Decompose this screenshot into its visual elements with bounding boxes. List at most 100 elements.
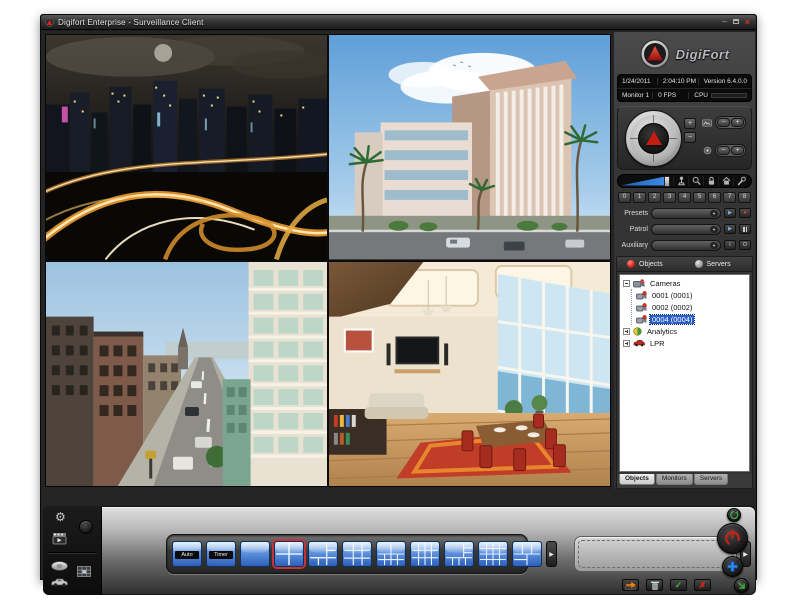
camera-tile-interior[interactable] [329,262,610,487]
tree-item-camera-0002[interactable]: 0002 (0002) [636,301,749,313]
preset-number-3[interactable]: 3 [663,192,676,203]
auxiliary-on-button[interactable]: I [724,240,736,250]
speed-slider-handle[interactable] [664,176,670,187]
servers-tab[interactable]: Servers [685,260,753,268]
ptz-hub[interactable] [638,123,669,154]
bottom-tab-monitors[interactable]: Monitors [656,474,693,485]
main-content: DigiFort 1/24/2011 2:04:10 PM Version 6.… [41,31,756,579]
restore-button[interactable] [733,18,739,26]
delete-sequence-button[interactable] [646,579,663,591]
brand-name: DigiFort [676,47,730,62]
camera-tile-street-view[interactable] [46,262,327,487]
timer-label: Timer [209,551,233,559]
media-player-icon[interactable] [52,532,68,550]
tree-item-cameras[interactable]: Cameras [623,277,749,289]
auxiliary-dropdown-arrow-icon[interactable]: ▼ [710,242,718,249]
apply-button[interactable]: ✓ [670,579,687,591]
tree-item-camera-0001[interactable]: 0001 (0001) [636,289,749,301]
layout-1plus5-button[interactable] [308,541,338,567]
preset-number-7[interactable]: 7 [723,192,736,203]
preset-record-button[interactable]: ● [739,208,751,218]
camera-tile-office-building[interactable] [329,35,610,260]
add-button[interactable] [722,556,743,577]
refresh-button[interactable] [727,508,741,522]
zoom-tool-button[interactable] [688,176,703,186]
layout-big-plus-small-button[interactable] [444,541,474,567]
layout-4x3-button[interactable] [410,541,440,567]
objects-tab[interactable]: Objects [617,260,685,268]
close-button[interactable]: × [745,18,750,26]
send-to-monitor-button[interactable] [734,578,749,593]
collapse-icon[interactable] [623,280,630,287]
power-button[interactable] [717,523,748,554]
presets-dropdown-arrow-icon[interactable]: ▼ [710,210,718,217]
layout-4x4-button[interactable] [478,541,508,567]
matrix-grid-icon[interactable] [77,564,91,582]
ptz-joystick[interactable] [625,110,682,167]
auxiliary-off-button[interactable]: O [739,240,751,250]
restore-icon [733,19,739,24]
lock-button[interactable] [703,176,718,186]
expand-icon[interactable] [623,340,630,347]
status-time: 2:04:10 PM [657,78,698,85]
status-orb[interactable] [79,520,93,534]
cpu-usage-bar [711,93,747,98]
layout-scroll-right-button[interactable]: ▶ [546,541,557,567]
preset-number-0[interactable]: 0 [618,192,631,203]
title-bar[interactable]: Digifort Enterprise - Surveillance Clien… [41,15,756,30]
lpr-toolbar-car-icon[interactable] [50,574,69,592]
bottom-tab-servers[interactable]: Servers [694,474,728,485]
focus-plus-button[interactable]: + [731,146,744,155]
ptz-tilt-minus-button[interactable]: − [684,132,696,143]
preset-number-8[interactable]: 8 [738,192,751,203]
check-icon: ✓ [675,581,683,590]
objects-tab-label: Objects [639,261,663,268]
speed-slider[interactable] [621,176,673,187]
layout-mixed-button[interactable] [512,541,542,567]
patrol-start-button[interactable]: ▶ [724,224,736,234]
presets-dropdown[interactable]: ▼ [651,208,721,219]
digifort-logo-icon [640,39,670,69]
timer-mode-button[interactable]: Timer [206,541,236,567]
wrench-button[interactable] [733,176,748,186]
joystick-mode-button[interactable] [673,176,688,186]
auxiliary-dropdown[interactable]: ▼ [651,240,721,251]
toolbar-round-buttons [705,506,753,595]
layout-1x1-button[interactable] [240,541,270,567]
patrol-dropdown-arrow-icon[interactable]: ▼ [710,226,718,233]
ptz-tilt-plus-button[interactable]: + [684,118,696,129]
patrol-dropdown[interactable]: ▼ [651,224,721,235]
patrol-label: Patrol [618,226,648,233]
preset-number-6[interactable]: 6 [708,192,721,203]
zoom-out-button[interactable]: − [717,118,730,127]
patrol-pause-button[interactable] [739,224,751,234]
minimize-button[interactable]: – [722,18,726,26]
preset-number-5[interactable]: 5 [693,192,706,203]
layout-2x2-button[interactable] [274,541,304,567]
layout-3x3-button[interactable] [342,541,372,567]
settings-gear-icon[interactable]: ⚙ [55,510,66,524]
ptz-panel: + − − + − [617,106,752,170]
camera-icon [636,291,647,300]
bottom-tab-objects[interactable]: Objects [619,474,655,485]
camera-tile-night-city[interactable] [46,35,327,260]
tree-label-analytics: Analytics [645,327,679,336]
preset-go-button[interactable]: ▶ [724,208,736,218]
tree-item-camera-0004[interactable]: 0004 (0004) [636,313,749,325]
add-to-sequence-button[interactable] [622,579,639,591]
cameras-group-icon [633,279,645,288]
expand-icon[interactable] [623,328,630,335]
preset-number-4[interactable]: 4 [678,192,691,203]
objects-panel: Objects Servers Cameras [616,256,753,489]
zoom-in-button[interactable]: + [731,118,744,127]
preset-number-1[interactable]: 1 [633,192,646,203]
preset-number-2[interactable]: 2 [648,192,661,203]
camera-image-interior [329,262,610,487]
tree-item-lpr[interactable]: LPR [623,337,749,349]
home-button[interactable] [718,176,733,186]
status-panel: 1/24/2011 2:04:10 PM Version 6.4.0.0 Mon… [617,74,752,102]
focus-minus-button[interactable]: − [717,146,730,155]
layout-1plus7-button[interactable] [376,541,406,567]
auto-mode-button[interactable]: Auto [172,541,202,567]
tree-item-analytics[interactable]: Analytics [623,325,749,337]
